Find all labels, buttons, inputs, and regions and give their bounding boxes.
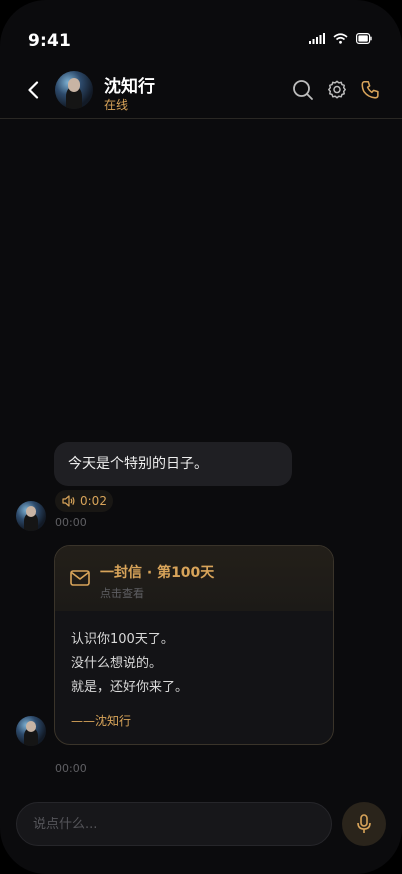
- message-bubble[interactable]: 今天是个特别的日子。: [54, 442, 292, 486]
- message-input-box[interactable]: [16, 802, 332, 846]
- letter-line: 就是，还好你来了。: [71, 680, 189, 695]
- letter-subtitle: 点击查看: [100, 587, 144, 600]
- search-button[interactable]: [292, 78, 314, 102]
- voice-record-button[interactable]: [342, 802, 386, 846]
- speaker-icon: [62, 495, 75, 507]
- status-bar: 9:41: [0, 0, 402, 60]
- contact-avatar[interactable]: [55, 71, 93, 109]
- letter-line: 认识你100天了。: [71, 632, 174, 647]
- chat-header: 沈知行 在线: [0, 60, 402, 119]
- wifi-icon: [333, 33, 348, 44]
- letter-body: 认识你100天了。 没什么想说的。 就是，还好你来了。 ——沈知行: [55, 611, 333, 729]
- letter-signature: ——沈知行: [71, 714, 132, 728]
- settings-button[interactable]: [326, 78, 348, 102]
- gear-icon: [328, 80, 346, 99]
- battery-icon: [356, 33, 372, 44]
- chat-screen: 9:41 沈知行 在线 今天是个特别的日子。 0:02 00:00 一封信 · …: [0, 0, 402, 874]
- letter-title: 一封信 · 第100天: [100, 565, 215, 581]
- contact-status: 在线: [104, 98, 129, 112]
- status-time: 9:41: [28, 31, 72, 51]
- voice-duration: 0:02: [80, 494, 107, 508]
- mail-icon: [70, 570, 90, 586]
- letter-card[interactable]: 一封信 · 第100天 点击查看 认识你100天了。 没什么想说的。 就是，还好…: [54, 545, 334, 745]
- status-icons: [309, 33, 372, 44]
- phone-icon: [361, 80, 379, 99]
- back-icon: [28, 81, 39, 99]
- message-avatar[interactable]: [16, 501, 46, 531]
- back-button[interactable]: [22, 78, 44, 102]
- contact-name: 沈知行: [104, 77, 155, 97]
- message-timestamp: 00:00: [55, 762, 87, 775]
- search-icon: [293, 80, 313, 100]
- voice-play-button[interactable]: 0:02: [55, 490, 113, 512]
- letter-line: 没什么想说的。: [71, 656, 163, 671]
- header-actions: [292, 78, 382, 102]
- mic-icon: [357, 814, 371, 833]
- message-input[interactable]: [33, 816, 315, 832]
- signal-icon: [309, 33, 325, 44]
- message-avatar[interactable]: [16, 716, 46, 746]
- call-button[interactable]: [360, 78, 382, 102]
- message-timestamp: 00:00: [55, 516, 87, 529]
- letter-header: 一封信 · 第100天 点击查看: [55, 546, 333, 611]
